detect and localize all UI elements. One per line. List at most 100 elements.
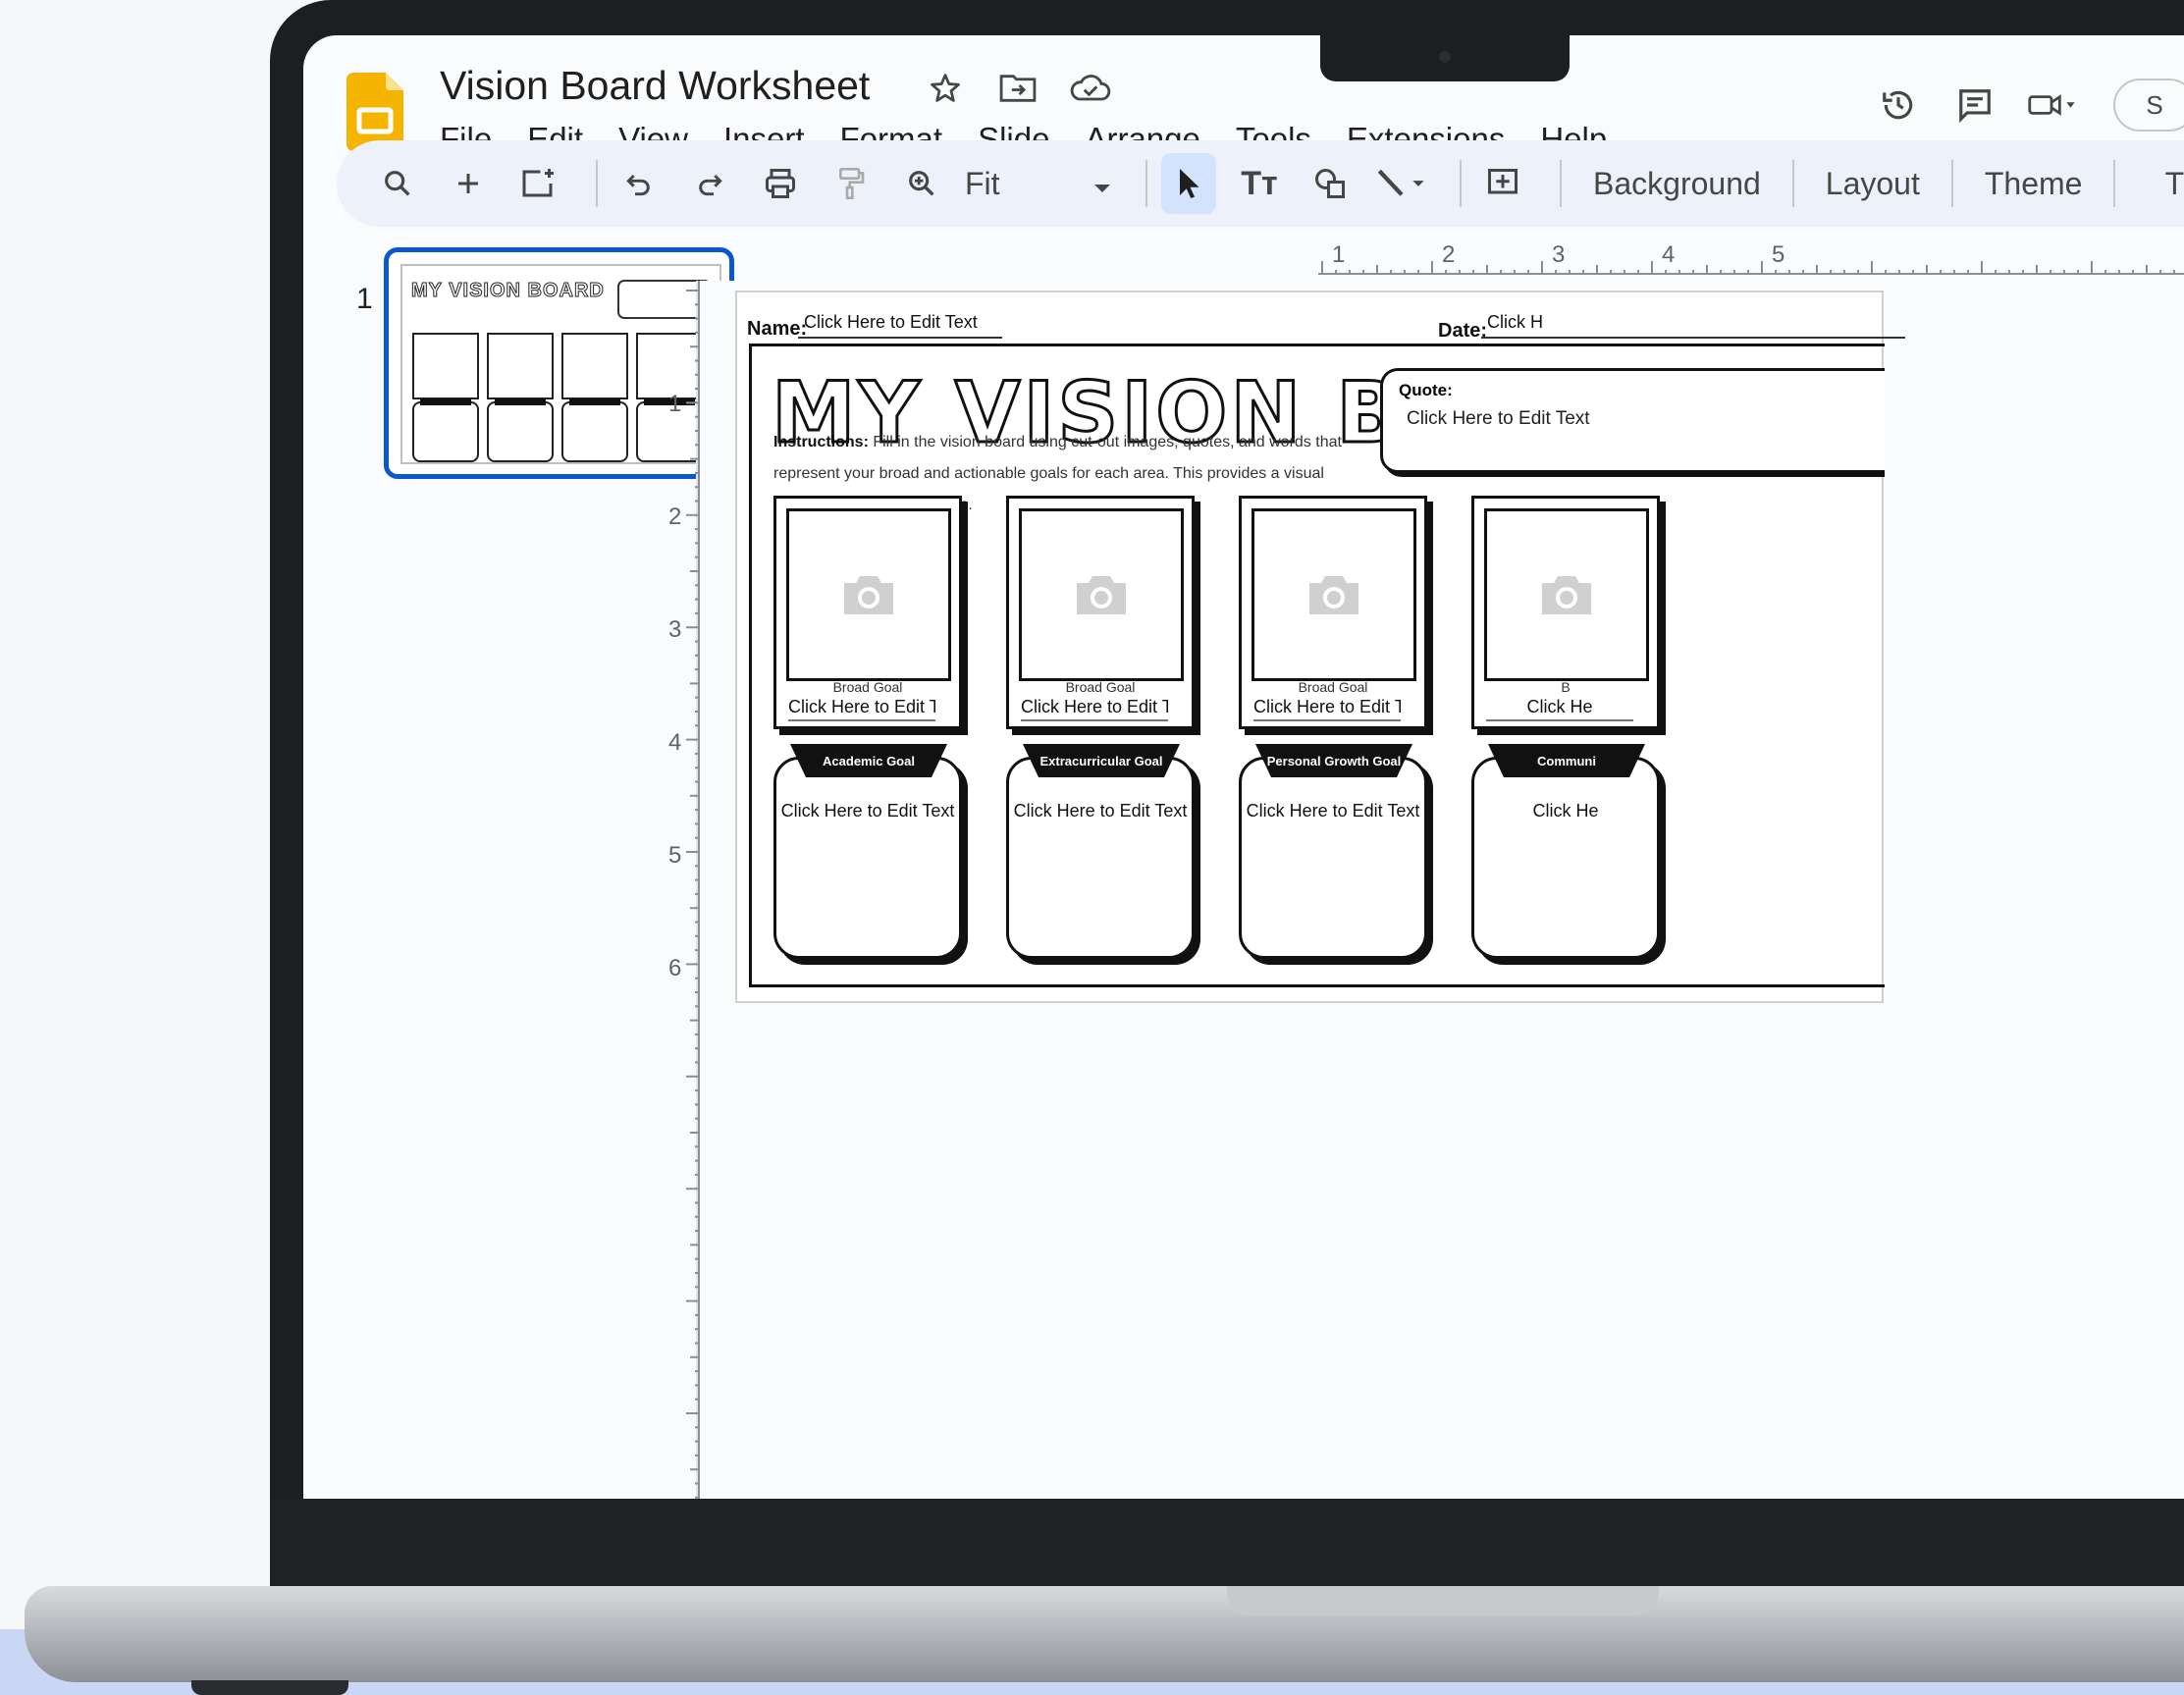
search-menus-icon[interactable] — [370, 153, 425, 214]
star-icon[interactable] — [924, 67, 967, 110]
toolbar-divider — [2113, 160, 2116, 207]
toolbar-divider — [596, 160, 598, 207]
ruler-label: 1 — [1332, 241, 1346, 268]
broad-goal-card[interactable]: Broad Goal Click Here to Edit Text — [1006, 496, 1195, 729]
toolbar: Fit Tт Background Layout Theme T — [337, 140, 2184, 227]
goal-tab: Academic Goal — [790, 744, 947, 777]
layout-button[interactable]: Layout — [1808, 153, 1938, 214]
print-icon[interactable] — [753, 153, 808, 214]
slides-logo-icon[interactable] — [346, 73, 403, 151]
chevron-down-icon — [1092, 166, 1112, 202]
image-placeholder[interactable] — [1252, 508, 1416, 681]
broad-goal-label: B — [1561, 679, 1571, 695]
ruler-label: 4 — [1662, 241, 1676, 268]
toolbar-divider — [1950, 160, 1953, 207]
goal-tab: Personal Growth Goal — [1255, 744, 1412, 777]
laptop-base — [25, 1586, 2184, 1682]
camera-icon — [1542, 576, 1591, 614]
date-field[interactable]: Click H — [1481, 312, 1905, 339]
camera-icon — [1077, 576, 1126, 614]
select-cursor-icon[interactable] — [1161, 153, 1216, 214]
toolbar-divider — [1560, 160, 1562, 207]
undo-icon[interactable] — [612, 153, 666, 214]
broad-goal-label: Broad Goal — [1298, 679, 1368, 695]
thumbnail-page: MY VISION BOARD — [400, 264, 721, 464]
image-placeholder[interactable] — [786, 508, 951, 681]
vertical-ruler[interactable] — [686, 281, 700, 1499]
goal-field[interactable]: Click He — [1474, 801, 1657, 821]
quote-label: Quote: — [1399, 381, 1453, 399]
goal-field[interactable]: Click Here to Edit Text — [1242, 801, 1424, 821]
goal-field[interactable]: Click Here to Edit Text — [1009, 801, 1192, 821]
slide-thumbnail[interactable]: MY VISION BOARD — [384, 247, 734, 479]
goal-tab: Extracurricular Goal — [1023, 744, 1180, 777]
image-placeholder[interactable] — [1484, 508, 1649, 681]
thumbnail-title: MY VISION BOARD — [411, 280, 605, 302]
quote-field[interactable]: Click Here to Edit Text — [1407, 408, 1590, 430]
goal-tab: Communi — [1488, 744, 1645, 777]
thumbnail-photo-frame — [487, 333, 554, 399]
shape-icon[interactable] — [1303, 153, 1358, 214]
broad-goal-card[interactable]: Broad Goal Click Here to Edit Text — [773, 496, 962, 729]
new-slide-icon[interactable] — [511, 153, 566, 214]
laptop-opening-lip — [1227, 1586, 1659, 1616]
insert-comment-icon[interactable] — [1475, 153, 1530, 214]
laptop-foot — [191, 1680, 348, 1695]
comments-icon[interactable] — [1950, 80, 1999, 130]
background-button[interactable]: Background — [1575, 153, 1779, 214]
app-window: Vision Board Worksheet File Edit View In… — [303, 35, 2184, 1499]
community-goal-box[interactable]: Communi Click He — [1471, 744, 1660, 959]
new-slide-plus-icon[interactable] — [441, 153, 496, 214]
toolbar-divider — [1460, 160, 1462, 207]
personal-growth-goal-box[interactable]: Personal Growth Goal Click Here to Edit … — [1239, 744, 1427, 959]
image-placeholder[interactable] — [1019, 508, 1184, 681]
broad-goal-card[interactable]: Broad Goal Click Here to Edit Text — [1239, 496, 1427, 729]
ruler-label: 5 — [1772, 241, 1785, 268]
cloud-saved-icon[interactable] — [1069, 67, 1112, 110]
paint-format-icon[interactable] — [824, 153, 879, 214]
meet-camera-icon[interactable] — [2027, 80, 2076, 130]
thumbnail-goal-box — [412, 398, 479, 462]
theme-button[interactable]: Theme — [1967, 153, 2101, 214]
move-to-folder-icon[interactable] — [996, 67, 1039, 110]
camera-icon — [1309, 576, 1358, 614]
broad-goal-field[interactable]: Click He — [1486, 697, 1633, 721]
quote-box[interactable]: Quote: Click Here to Edit Text — [1380, 368, 1885, 473]
toolbar-divider — [1145, 160, 1147, 207]
document-title[interactable]: Vision Board Worksheet — [440, 63, 870, 109]
thumbnail-photo-frame — [561, 333, 628, 399]
slide-page[interactable]: Name: Click Here to Edit Text Date: Clic… — [735, 291, 1905, 1003]
thumbnail-goal-box — [561, 398, 628, 462]
line-icon[interactable] — [1373, 153, 1430, 214]
extracurricular-goal-box[interactable]: Extracurricular Goal Click Here to Edit … — [1006, 744, 1195, 959]
camera-icon — [844, 576, 893, 614]
broad-goal-label: Broad Goal — [1065, 679, 1136, 695]
goal-field[interactable]: Click Here to Edit Text — [776, 801, 959, 821]
transition-button[interactable]: T — [2129, 153, 2184, 214]
broad-goal-field[interactable]: Click Here to Edit Text — [1021, 697, 1168, 721]
zoom-value: Fit — [965, 165, 1000, 201]
camera-notch — [1320, 35, 1570, 81]
laptop-chin — [270, 1499, 2184, 1587]
zoom-icon[interactable] — [894, 153, 949, 214]
broad-goal-field[interactable]: Click Here to Edit Text — [1253, 697, 1401, 721]
worksheet-frame: MY VISION BOARD Instructions: Fill in th… — [749, 344, 1885, 987]
redo-icon[interactable] — [682, 153, 737, 214]
slide-number: 1 — [356, 283, 373, 315]
share-button[interactable]: S — [2113, 79, 2184, 132]
broad-goal-card[interactable]: B Click He — [1471, 496, 1660, 729]
toolbar-divider — [1791, 160, 1794, 207]
instructions-label: Instructions: — [773, 434, 869, 450]
zoom-select[interactable]: Fit — [965, 166, 1112, 202]
version-history-icon[interactable] — [1874, 80, 1923, 130]
broad-goal-label: Broad Goal — [832, 679, 903, 695]
ruler-label: 2 — [668, 503, 682, 530]
ruler-label: 3 — [1552, 241, 1566, 268]
thumbnail-photo-frame — [412, 333, 479, 399]
academic-goal-box[interactable]: Academic Goal Click Here to Edit Text — [773, 744, 962, 959]
ruler-label: 6 — [668, 955, 682, 981]
camera-icon — [1439, 51, 1451, 63]
broad-goal-field[interactable]: Click Here to Edit Text — [788, 697, 935, 721]
name-field[interactable]: Click Here to Edit Text — [798, 312, 1002, 339]
text-box-tool[interactable]: Tт — [1232, 153, 1287, 214]
